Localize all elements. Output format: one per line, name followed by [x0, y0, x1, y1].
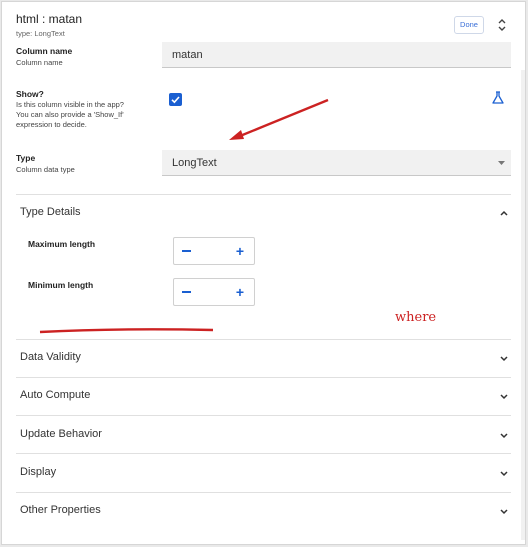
chevron-down-icon[interactable]: [499, 393, 509, 401]
chevron-down-icon[interactable]: [499, 470, 509, 478]
flask-icon[interactable]: [491, 91, 505, 105]
panel-header: html : matan type: LongText Done: [2, 2, 525, 47]
maximum-length-stepper[interactable]: +: [173, 237, 255, 265]
section-other-properties[interactable]: Other Properties: [20, 504, 101, 516]
maximum-length-label: Maximum length: [28, 239, 96, 249]
chevron-down-icon[interactable]: [499, 355, 509, 363]
expand-collapse-icon[interactable]: [496, 16, 508, 34]
type-label: Type: [16, 153, 36, 163]
show-help-line-3: expression to decide.: [16, 120, 87, 129]
chevron-down-icon[interactable]: [499, 432, 509, 440]
divider: [16, 415, 511, 416]
panel-title: html : matan: [16, 12, 83, 26]
increment-button[interactable]: +: [234, 284, 246, 300]
divider: [16, 339, 511, 340]
type-sublabel: Column data type: [16, 165, 75, 174]
show-checkbox[interactable]: [169, 93, 182, 106]
scrollbar[interactable]: [521, 70, 525, 540]
type-details-header[interactable]: Type Details: [20, 206, 81, 218]
column-editor-panel: html : matan type: LongText Done Column …: [1, 1, 526, 545]
checkmark-icon: [171, 96, 180, 104]
section-display[interactable]: Display: [20, 466, 56, 478]
done-button[interactable]: Done: [454, 16, 484, 34]
section-data-validity[interactable]: Data Validity: [20, 351, 81, 363]
chevron-up-icon[interactable]: [499, 209, 509, 217]
minimum-length-label: Minimum length: [28, 280, 94, 290]
type-select-value: LongText: [172, 157, 217, 169]
section-auto-compute[interactable]: Auto Compute: [20, 389, 90, 401]
decrement-button[interactable]: [182, 250, 191, 252]
show-label: Show?: [16, 89, 44, 99]
dropdown-arrow-icon: [498, 161, 505, 165]
annotation-where-text: where: [395, 310, 437, 325]
section-update-behavior[interactable]: Update Behavior: [20, 428, 102, 440]
minimum-length-stepper[interactable]: +: [173, 278, 255, 306]
column-name-input[interactable]: matan: [162, 42, 511, 68]
divider: [16, 492, 511, 493]
decrement-button[interactable]: [182, 291, 191, 293]
divider: [16, 453, 511, 454]
chevron-down-icon[interactable]: [499, 508, 509, 516]
panel-subtitle: type: LongText: [16, 29, 65, 38]
increment-button[interactable]: +: [234, 243, 246, 259]
type-select[interactable]: LongText: [162, 150, 511, 176]
show-help-line-2: You can also provide a 'Show_If': [16, 110, 124, 119]
show-help-line-1: Is this column visible in the app?: [16, 100, 124, 109]
divider: [16, 377, 511, 378]
divider: [16, 194, 511, 195]
column-name-label: Column name: [16, 46, 73, 56]
column-name-sublabel: Column name: [16, 58, 63, 67]
